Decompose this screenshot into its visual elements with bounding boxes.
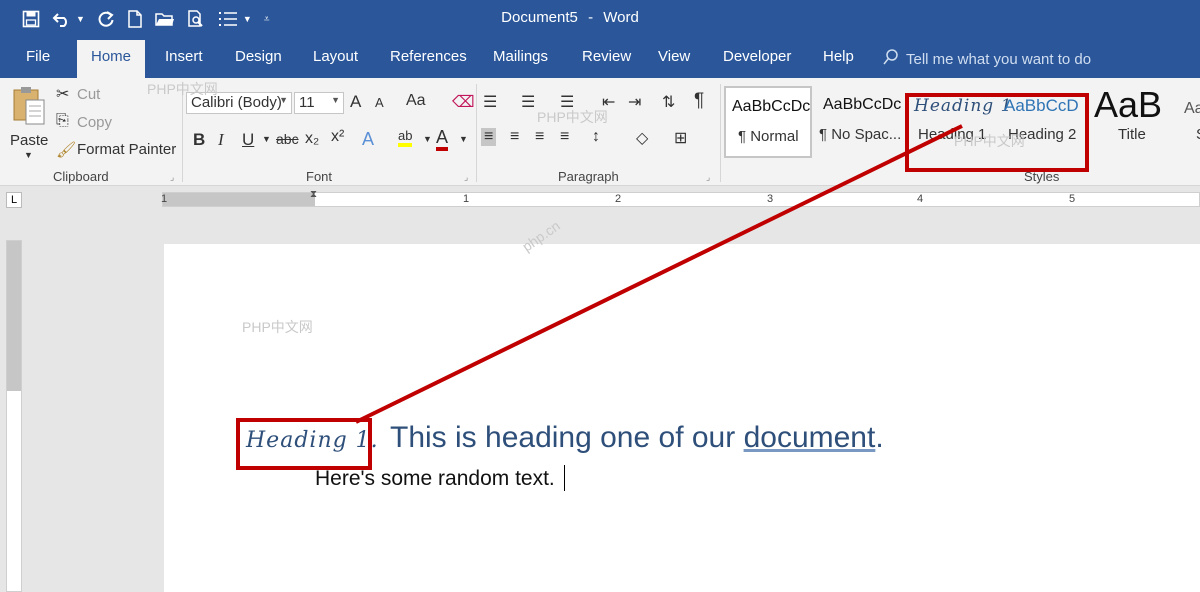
watermark: PHP中文网 (537, 109, 608, 125)
watermark: PHP中文网 (147, 81, 218, 97)
watermark: PHP中文网 (242, 319, 313, 335)
watermark: PHP中文网 (954, 133, 1025, 149)
